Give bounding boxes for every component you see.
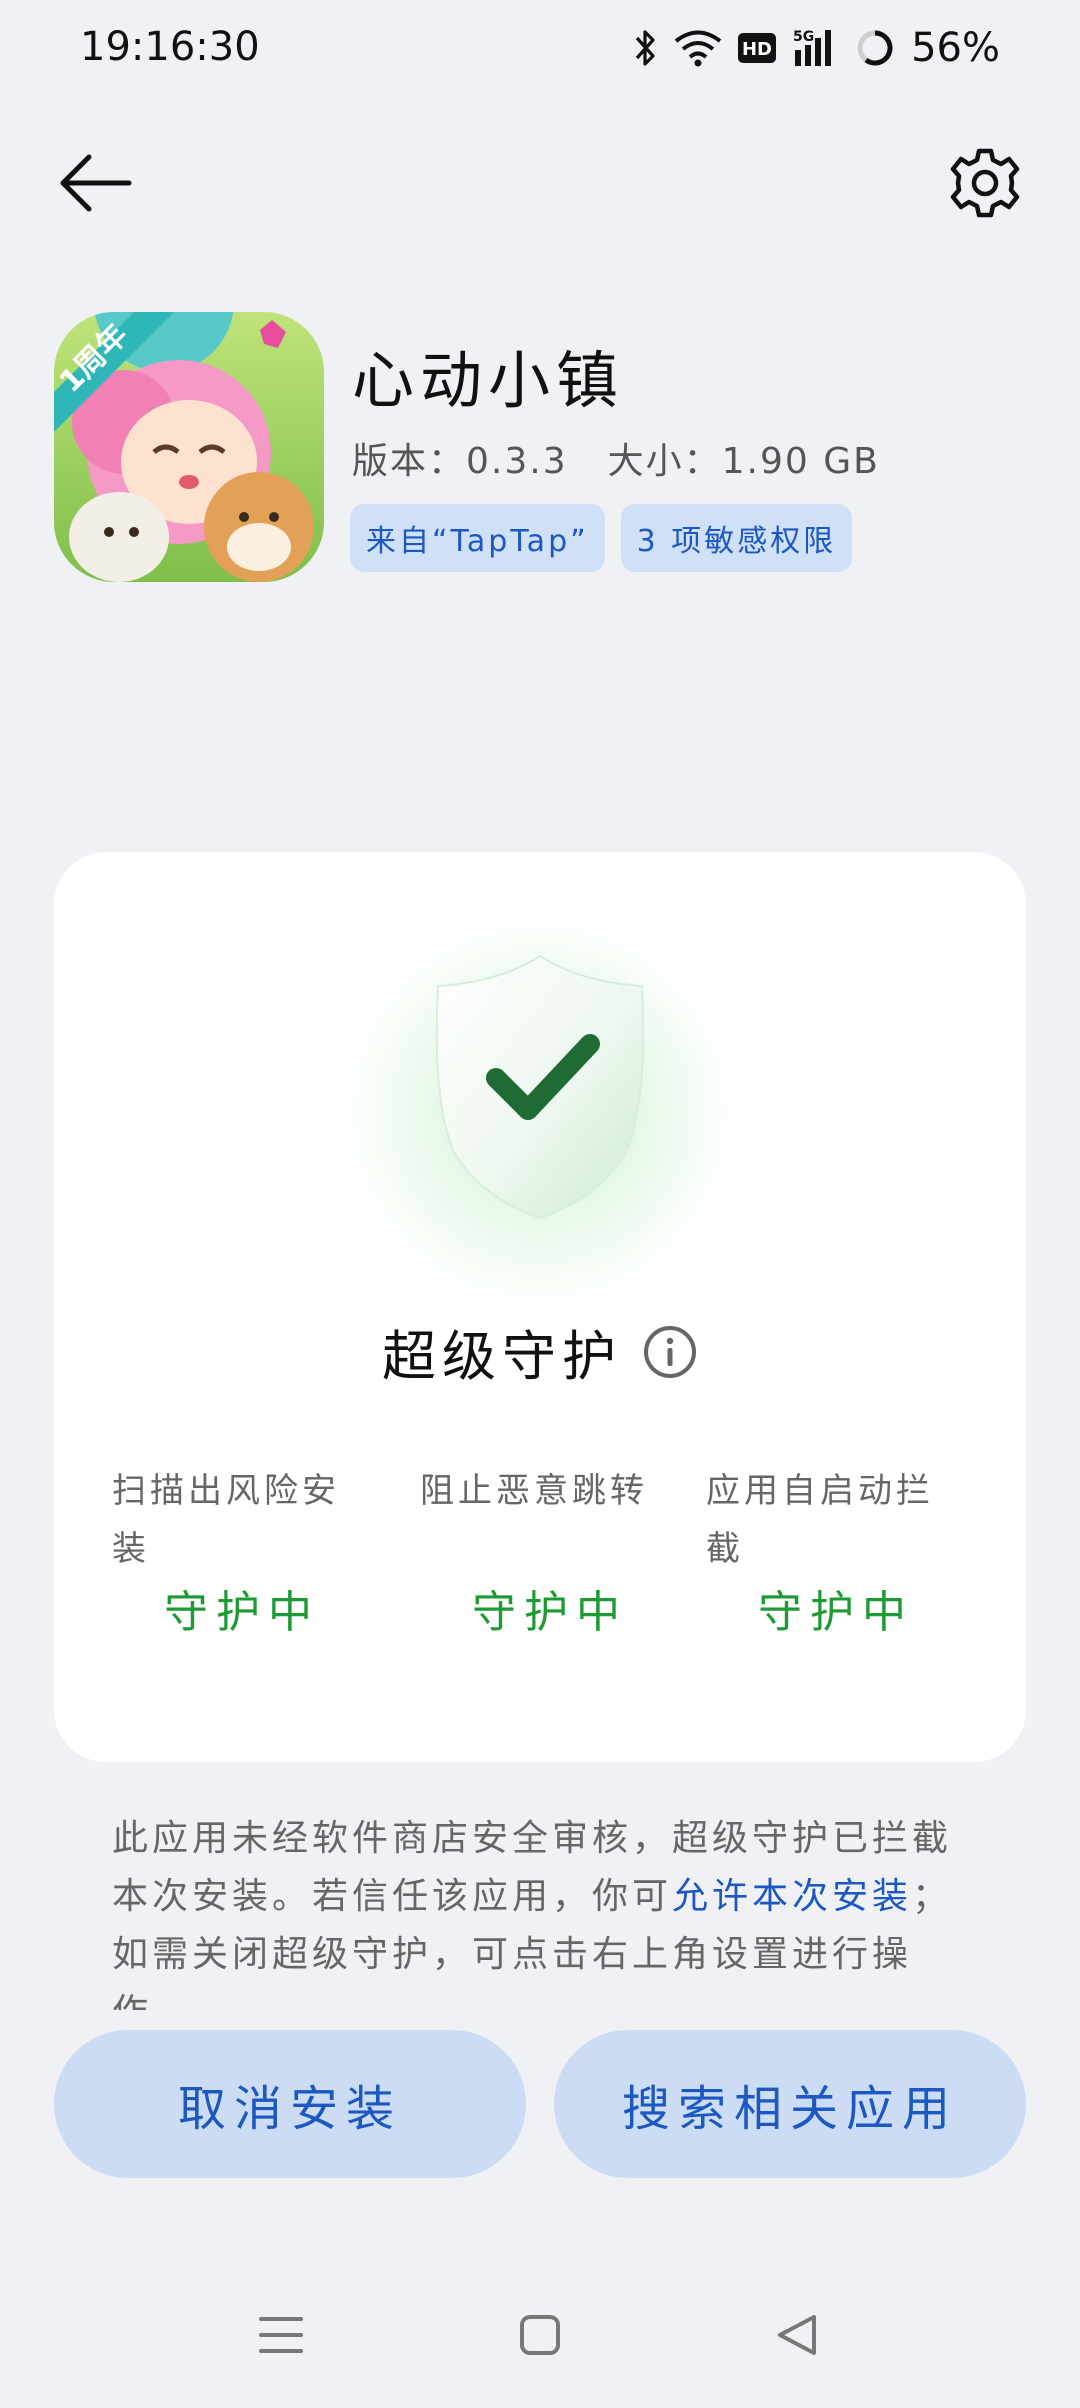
feature-label: 应用自启动拦截 (706, 1471, 934, 1569)
protection-card: 超级守护 扫描出风险安装 守护中 阻止恶意跳转 守护中 应用自启动拦截 守护中 (54, 852, 1026, 1762)
home-nav-button[interactable] (505, 2300, 575, 2370)
battery-icon (855, 28, 895, 68)
battery-percent: 56% (911, 25, 1000, 71)
hd-icon: HD (737, 31, 777, 65)
card-title-text: 超级守护 (382, 1325, 622, 1388)
menu-icon (259, 2317, 303, 2353)
wifi-icon (673, 28, 723, 68)
app-version: 版本：0.3.3 (352, 441, 568, 482)
status-time: 19:16:30 (80, 24, 260, 70)
status-bar: 19:16:30 HD 5G 56% (0, 0, 1080, 96)
shield-check-icon (435, 954, 645, 1220)
svg-text:HD: HD (742, 39, 772, 60)
status-icons: HD 5G 56% (633, 22, 1000, 74)
arrow-left-icon (60, 154, 132, 212)
feature-risk-scan: 扫描出风险安装 守护中 (112, 1462, 372, 1642)
info-icon[interactable] (642, 1324, 698, 1380)
permissions-tag[interactable]: 3 项敏感权限 (620, 504, 853, 572)
square-icon (520, 2315, 560, 2355)
feature-status: 守护中 (758, 1587, 914, 1638)
feature-autostart-block: 应用自启动拦截 守护中 (706, 1462, 966, 1642)
feature-label: 阻止恶意跳转 (420, 1471, 648, 1511)
triangle-back-icon (778, 2315, 816, 2355)
source-tag[interactable]: 来自“TapTap” (350, 504, 605, 572)
card-title: 超级守护 (54, 1312, 1026, 1391)
description: 此应用未经软件商店安全审核，超级守护已拦截本次安装。若信任该应用，你可允许本次安… (112, 1810, 982, 2010)
feature-label: 扫描出风险安装 (112, 1471, 340, 1569)
app-icon: 1周年 (54, 312, 324, 582)
feature-status: 守护中 (164, 1587, 320, 1638)
settings-button[interactable] (942, 140, 1028, 226)
navigation-bar (0, 2290, 1080, 2380)
gear-icon (950, 148, 1020, 218)
menu-nav-button[interactable] (246, 2300, 316, 2370)
app-tags: 来自“TapTap” 3 项敏感权限 (350, 504, 853, 572)
5g-signal-icon: 5G (791, 28, 841, 68)
svg-text:5G: 5G (793, 29, 814, 45)
shield-graphic (330, 902, 750, 1322)
back-nav-button[interactable] (762, 2300, 832, 2370)
feature-status: 守护中 (472, 1587, 628, 1638)
cancel-install-button[interactable]: 取消安装 (54, 2030, 526, 2178)
app-meta: 版本：0.3.3 大小：1.90 GB (352, 432, 880, 484)
search-related-apps-button[interactable]: 搜索相关应用 (554, 2030, 1026, 2178)
feature-block-redirect: 阻止恶意跳转 守护中 (420, 1462, 680, 1642)
bluetooth-icon (633, 28, 659, 68)
app-name: 心动小镇 (352, 344, 625, 417)
back-button[interactable] (52, 140, 138, 226)
app-size: 大小：1.90 GB (607, 441, 880, 482)
allow-install-link[interactable]: 允许本次安装 (672, 1876, 912, 1917)
